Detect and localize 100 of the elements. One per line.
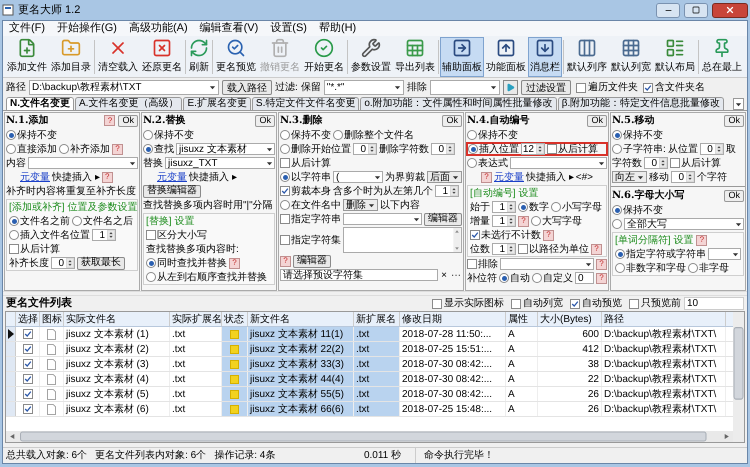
radio-button[interactable] xyxy=(72,216,82,226)
checkbox[interactable] xyxy=(22,344,32,354)
radio-label[interactable]: 子字符串: xyxy=(623,142,666,156)
tab[interactable]: A.文件名变更（高级） xyxy=(75,97,182,110)
ok-button[interactable]: Ok xyxy=(255,114,275,126)
dropdown[interactable]: ( xyxy=(333,171,383,183)
column-header[interactable]: 路径 xyxy=(602,312,726,326)
radio-button[interactable] xyxy=(9,216,19,226)
checkbox[interactable] xyxy=(280,235,290,245)
input-field[interactable]: 请选择预设字符集 xyxy=(280,269,438,281)
radio-label[interactable]: 同时查找并替换 xyxy=(157,256,227,270)
radio-button[interactable] xyxy=(518,202,528,212)
column-header[interactable]: 图标 xyxy=(40,312,64,326)
checkbox[interactable] xyxy=(22,389,32,399)
exclude-filter-field[interactable] xyxy=(430,80,500,95)
play-button[interactable] xyxy=(502,80,518,95)
toolbar-button[interactable]: 参数设置 xyxy=(349,36,393,76)
radio-button[interactable] xyxy=(615,249,625,259)
spin-field[interactable]: 0 xyxy=(431,143,455,155)
radio-button[interactable] xyxy=(499,273,509,283)
help-button[interactable]: ? xyxy=(112,144,123,154)
checkbox-label[interactable]: 自动预览 xyxy=(582,296,622,311)
spin-field[interactable]: 0 xyxy=(51,257,75,269)
ok-button[interactable]: Ok xyxy=(118,114,138,126)
help-button[interactable]: ? xyxy=(102,172,113,182)
radio-label[interactable]: 删除开始位置 xyxy=(291,142,351,156)
button[interactable]: 编辑器 xyxy=(293,254,331,268)
spinner-icon[interactable] xyxy=(536,144,544,154)
checkbox-label[interactable]: 遍历文件夹 xyxy=(588,80,638,95)
radio-label[interactable]: 保持不变 xyxy=(478,128,518,142)
ok-button[interactable]: Ok xyxy=(442,114,462,126)
spin-field[interactable]: 1 xyxy=(492,201,516,213)
radio-button[interactable] xyxy=(333,130,343,140)
help-button[interactable]: ? xyxy=(596,272,607,284)
dropdown[interactable]: 后面 xyxy=(427,171,462,183)
checkbox-label[interactable]: 以路径为单位 xyxy=(529,242,589,256)
checkbox-label[interactable]: 含文件夹名 xyxy=(654,80,705,95)
radio-button[interactable] xyxy=(531,216,541,226)
spin-field[interactable]: 0 xyxy=(644,157,668,169)
spinner-icon[interactable] xyxy=(714,144,723,154)
tab-scroll-button[interactable] xyxy=(733,98,744,110)
toolbar-button[interactable]: 导出列表 xyxy=(393,36,437,76)
horizontal-scrollbar[interactable] xyxy=(6,431,733,442)
spin-field[interactable]: 1 xyxy=(435,185,459,197)
column-header[interactable]: 新扩展名 xyxy=(354,312,400,326)
tab[interactable]: S.特定文件文件名变更 xyxy=(252,97,360,110)
radio-label[interactable]: 文件名之后 xyxy=(83,214,133,228)
column-header[interactable]: 实际文件名 xyxy=(64,312,170,326)
spinner-icon[interactable] xyxy=(507,244,515,254)
radio-label[interactable]: 文件名之前 xyxy=(20,214,70,228)
spin-field[interactable]: 1 xyxy=(92,229,116,241)
toolbar-button[interactable]: 添加目录 xyxy=(49,36,93,76)
dropdown[interactable]: 删除 xyxy=(343,199,378,211)
button[interactable]: 获取最长 xyxy=(77,256,125,270)
radio-button[interactable] xyxy=(688,263,698,273)
dropdown[interactable]: jisuxz_TXT xyxy=(165,157,275,169)
radio-label[interactable]: 以字符串 xyxy=(291,170,331,184)
radio-button[interactable] xyxy=(467,130,477,140)
toolbar-button[interactable]: 开始更名 xyxy=(302,36,346,76)
help-button[interactable]: ? xyxy=(591,244,602,254)
ok-button[interactable]: Ok xyxy=(724,114,744,126)
menu-item[interactable]: 设置(S) xyxy=(264,20,313,37)
checkbox-label[interactable]: 从后计算 xyxy=(681,156,721,170)
toolbar-button[interactable]: 更名预览 xyxy=(214,36,258,76)
radio-button[interactable] xyxy=(143,144,153,154)
radio-label[interactable]: 数字 xyxy=(529,200,549,214)
dropdown[interactable] xyxy=(28,157,138,169)
checkbox-label[interactable]: 指定字符串 xyxy=(291,212,341,226)
column-header[interactable]: 修改日期 xyxy=(400,312,506,326)
spin-field[interactable]: 0 xyxy=(353,143,377,155)
checkbox-label[interactable]: 自动列宽 xyxy=(523,296,563,311)
dropdown[interactable] xyxy=(708,248,741,260)
spin-field[interactable]: 12 xyxy=(521,143,545,155)
radio-label[interactable]: 非数字和字母 xyxy=(626,260,686,276)
radio-button[interactable] xyxy=(615,263,625,273)
toolbar-button[interactable]: 总在最上 xyxy=(700,36,744,76)
checkbox[interactable] xyxy=(670,158,680,168)
checkbox-label[interactable]: 显示实际图标 xyxy=(444,296,504,311)
keep-filter-field[interactable]: "*.*" xyxy=(324,80,404,95)
column-header[interactable]: 属性 xyxy=(506,312,538,326)
checkbox-label[interactable]: 只预览前 xyxy=(641,296,681,311)
radio-label[interactable]: 保持不变 xyxy=(17,128,57,142)
tab[interactable]: β.附加功能：特定文件信息批量修改 xyxy=(558,97,724,110)
radio-button[interactable] xyxy=(551,202,561,212)
checkbox[interactable] xyxy=(629,298,639,308)
spinner-icon[interactable] xyxy=(686,172,694,182)
checkbox-label[interactable]: 指定字符集 xyxy=(291,232,341,248)
radio-button[interactable] xyxy=(280,144,290,154)
menu-item[interactable]: 高级功能(A) xyxy=(122,20,194,37)
checkbox-label[interactable]: 从后计算 xyxy=(20,242,60,256)
spin-field[interactable]: 0 xyxy=(700,143,724,155)
checkbox-label[interactable]: 未选行不计数 xyxy=(481,228,541,242)
radio-button[interactable] xyxy=(612,219,622,229)
radio-label[interactable]: 查找 xyxy=(154,142,174,156)
spinner-icon[interactable] xyxy=(107,230,115,240)
dropdown[interactable]: 向左 xyxy=(612,171,647,183)
dropdown[interactable]: jisuxz 文本素材 xyxy=(176,143,275,155)
radio-label[interactable]: 保持不变 xyxy=(154,128,194,142)
radio-label[interactable]: 保持不变 xyxy=(623,202,663,218)
preview-count-field[interactable]: 10 xyxy=(684,297,744,310)
